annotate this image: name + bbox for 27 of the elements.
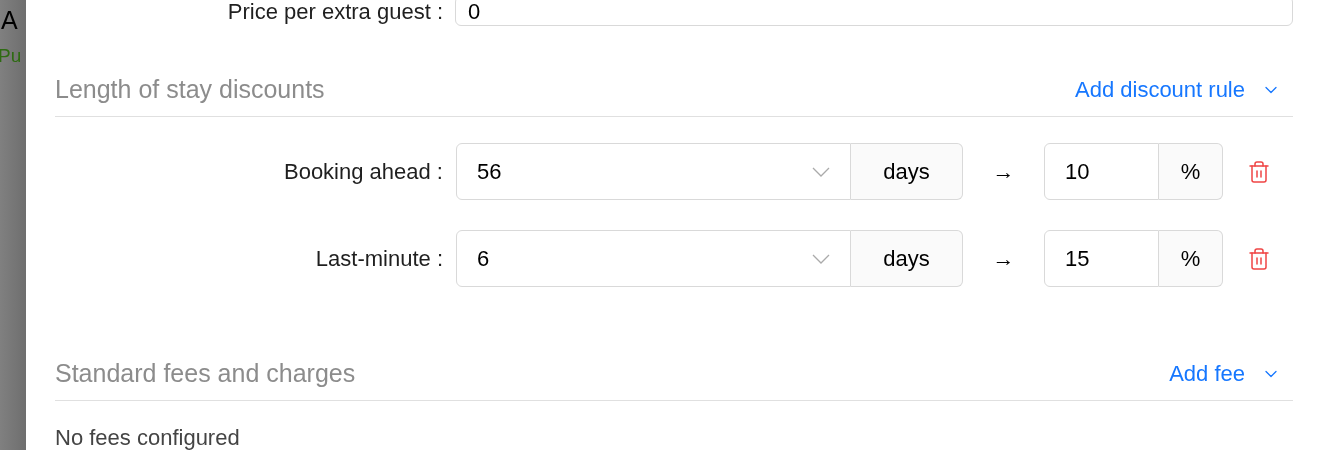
- arrow-text: →: [991, 245, 1016, 273]
- section-title: Standard fees and charges: [55, 357, 356, 389]
- percent-addon: %: [1159, 143, 1223, 200]
- add-dropdown-button[interactable]: Add discount rule: [1075, 73, 1281, 106]
- percent-input[interactable]: 10: [1044, 143, 1159, 200]
- add-dropdown-button[interactable]: Add fee: [1169, 357, 1281, 390]
- unit-addon: days: [851, 143, 963, 200]
- percent-addon: %: [1159, 230, 1223, 287]
- page-title: A: [1, 5, 18, 36]
- empty-message: No fees configured: [55, 424, 241, 450]
- percent-input[interactable]: 15: [1044, 230, 1159, 287]
- days-select[interactable]: 56: [456, 143, 851, 200]
- rule-label: Last-minute :: [314, 245, 444, 273]
- field-label: Price per extra guest :: [226, 0, 444, 26]
- trash-icon: [1247, 246, 1271, 271]
- section-title: Length of stay discounts: [55, 73, 325, 105]
- unit-addon: days: [851, 230, 963, 287]
- price-input[interactable]: 0: [455, 0, 1293, 26]
- chevron-down-icon: [812, 253, 830, 264]
- delete-button[interactable]: [1247, 159, 1271, 184]
- delete-button[interactable]: [1247, 246, 1271, 271]
- trash-icon: [1247, 159, 1271, 184]
- rule-label: Booking ahead :: [282, 158, 444, 186]
- status-text: Pu: [0, 44, 22, 68]
- arrow-text: →: [991, 158, 1016, 186]
- days-select[interactable]: 6: [456, 230, 851, 287]
- chevron-down-icon: [812, 166, 830, 177]
